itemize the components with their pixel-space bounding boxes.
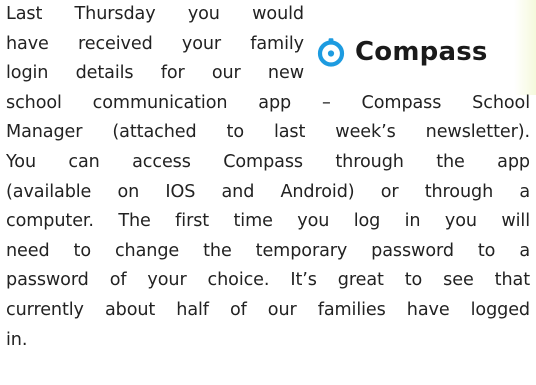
- article-line: Manager (attached to last week’s newslet…: [6, 122, 530, 143]
- article-line: You can access Compass through the app: [6, 151, 530, 172]
- article-body: Last Thursday you would have received yo…: [6, 0, 530, 355]
- article-line: currently about half of our families hav…: [6, 299, 530, 320]
- article-line: computer. The first time you log in you …: [6, 211, 530, 232]
- article-line: password of your choice. It’s great to s…: [6, 270, 530, 291]
- article-line: login details for our new: [6, 63, 304, 84]
- article-line: school communication app – Compass Schoo…: [6, 92, 530, 113]
- article-line: in.: [6, 329, 28, 350]
- article-line: Last Thursday you would: [6, 4, 304, 24]
- newsletter-excerpt: Compass Last Thursday you would have rec…: [0, 0, 536, 385]
- article-line: have received your family: [6, 33, 304, 54]
- article-line: need to change the temporary password to…: [6, 240, 530, 261]
- article-line: (available on IOS and Android) or throug…: [6, 181, 530, 202]
